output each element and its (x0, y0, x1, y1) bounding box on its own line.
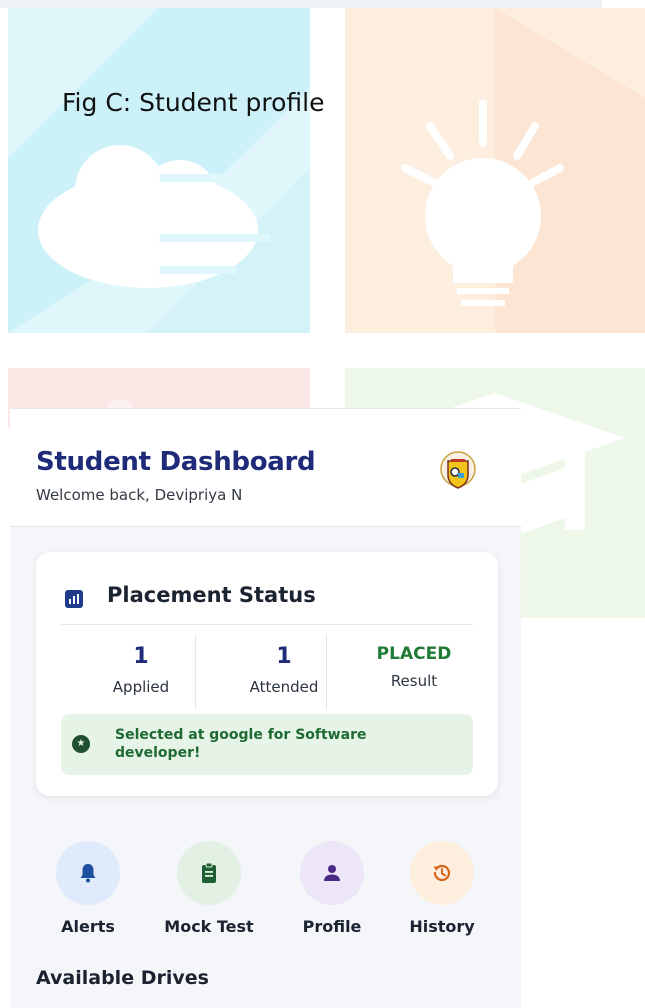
available-drives-heading: Available Drives (36, 967, 209, 989)
selection-message: Selected at google for Software develope… (115, 727, 367, 761)
selection-banner: ★ Selected at google for Software develo… (61, 714, 473, 775)
bar-chart-icon (65, 590, 83, 608)
alerts-icon-circle (56, 841, 120, 905)
stat-attended: 1 Attended (219, 642, 349, 696)
mock-test-button[interactable]: Mock Test (154, 841, 264, 936)
lightbulb-icon (345, 8, 645, 333)
figure-caption: Fig C: Student profile (62, 88, 325, 117)
stat-value: PLACED (376, 644, 452, 664)
history-icon (433, 864, 451, 882)
cloud-circuit-icon (8, 8, 310, 333)
history-label: History (409, 917, 475, 936)
profile-button[interactable]: Profile (277, 841, 387, 936)
stat-value: 1 (133, 644, 149, 669)
profile-label: Profile (302, 917, 362, 936)
history-button[interactable]: History (387, 841, 497, 936)
placement-status-title: Placement Status (107, 583, 316, 607)
stat-divider (195, 634, 196, 710)
stat-applied: 1 Applied (76, 642, 206, 696)
cloud-graphic-tile (8, 8, 310, 333)
alerts-label: Alerts (61, 917, 115, 936)
stat-divider (326, 634, 327, 710)
stat-label: Applied (112, 678, 170, 696)
welcome-subtitle: Welcome back, Devipriya N (36, 486, 243, 504)
stat-value: 1 (276, 644, 292, 669)
divider (61, 624, 473, 625)
page-title: Student Dashboard (36, 447, 316, 477)
star-badge-icon: ★ (72, 735, 90, 753)
mock-test-label: Mock Test (164, 917, 254, 936)
college-crest-logo[interactable] (440, 451, 476, 491)
bell-icon (80, 864, 96, 883)
stat-result: PLACED Result (349, 642, 479, 690)
person-icon (324, 865, 340, 881)
lightbulb-graphic-tile (345, 8, 645, 333)
history-icon-circle (410, 841, 474, 905)
top-strip (0, 0, 602, 8)
clipboard-icon (202, 862, 216, 883)
profile-icon-circle (300, 841, 364, 905)
student-dashboard-screen: Student Dashboard Welcome back, Devipriy… (10, 408, 521, 1008)
dashboard-header: Student Dashboard Welcome back, Devipriy… (10, 409, 521, 527)
stat-label: Result (390, 672, 438, 690)
stat-label: Attended (249, 678, 319, 696)
alerts-button[interactable]: Alerts (33, 841, 143, 936)
mock-test-icon-circle (177, 841, 241, 905)
placement-status-card: Placement Status 1 Applied 1 Attended PL… (36, 552, 498, 796)
